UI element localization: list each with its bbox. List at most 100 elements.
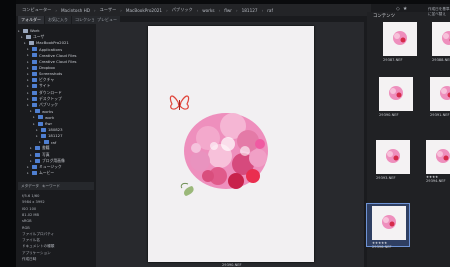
disclosure-triangle-icon[interactable]: ▸ — [27, 91, 30, 95]
folder-icon — [32, 71, 37, 76]
metadata-row: 5984 x 3992 — [22, 200, 45, 205]
disclosure-triangle-icon[interactable]: ▸ — [21, 35, 24, 39]
disclosure-triangle-icon[interactable]: ▸ — [36, 134, 39, 138]
breadcrumb-item[interactable]: コンピューター — [22, 7, 51, 13]
disclosure-triangle-icon[interactable]: ▸ — [27, 66, 30, 70]
breadcrumb-item[interactable]: flwr — [224, 8, 232, 13]
breadcrumb-separator: › — [93, 7, 96, 13]
folder-item[interactable]: ▸ ムービー — [27, 170, 54, 177]
folder-icon — [32, 164, 37, 169]
folder-icon — [32, 90, 37, 95]
disclosure-triangle-icon[interactable]: ▸ — [39, 140, 42, 144]
breadcrumb-item[interactable]: Macintosh HD — [61, 8, 90, 13]
flower-artwork — [169, 95, 268, 196]
breadcrumb-separator: › — [55, 7, 57, 13]
thumbnail-caption: 29393.NEF — [376, 176, 396, 180]
tab-folders[interactable]: フォルダー — [18, 16, 44, 24]
folder-icon — [38, 121, 43, 126]
folder-icon — [32, 47, 37, 52]
folder-icon — [41, 133, 46, 138]
disclosure-triangle-icon[interactable]: ▸ — [27, 84, 30, 88]
breadcrumb-separator: › — [218, 7, 221, 13]
folder-icon — [29, 40, 34, 45]
folder-icon — [32, 65, 37, 70]
breadcrumb-item[interactable]: MacBookPro2021 — [126, 8, 162, 13]
thumbnail-caption: 29394.NEF — [426, 179, 446, 183]
breadcrumb-item[interactable]: ユーザー — [100, 7, 117, 13]
disclosure-triangle-icon[interactable]: ▸ — [33, 115, 36, 119]
folder-icon — [32, 59, 37, 64]
thumbnail-image[interactable] — [383, 22, 417, 56]
tab-favorites[interactable]: お気に入り — [45, 16, 71, 24]
folder-icon — [41, 127, 46, 132]
thumbnail-caption: 29391.NEF — [430, 113, 450, 117]
preview-filename: 29390.NEF — [222, 263, 242, 267]
metadata-tabs: メタデータ キーワード — [18, 182, 94, 190]
metadata-row: ファイル名 — [22, 238, 40, 243]
disclosure-triangle-icon[interactable]: ▸ — [27, 103, 30, 107]
disclosure-triangle-icon[interactable]: ▸ — [27, 97, 30, 101]
disclosure-triangle-icon[interactable]: ▸ — [27, 60, 30, 64]
disclosure-triangle-icon[interactable]: ▸ — [30, 153, 33, 157]
preview-image[interactable] — [148, 26, 314, 262]
disclosure-triangle-icon[interactable]: ▸ — [27, 165, 30, 169]
metadata-panel: f/5.6 1/60 5984 x 3992 ISO 100 81.02 MB sRGB… — [22, 194, 96, 267]
metadata-row: f/5.6 1/60 — [22, 194, 40, 198]
sort-dropdown[interactable]: 作成日を基準に並べ替え — [428, 7, 450, 17]
thumbnail-image[interactable] — [432, 22, 450, 56]
metadata-row: ドキュメントの種類 — [22, 244, 55, 249]
sort-icon[interactable]: ◇ — [396, 6, 403, 12]
disclosure-triangle-icon[interactable]: ▸ — [30, 146, 33, 150]
folder-icon — [35, 109, 40, 114]
folder-icon — [38, 115, 43, 120]
tab-keywords[interactable]: キーワード — [42, 184, 60, 189]
butterfly-icon — [169, 95, 190, 110]
path-bar: コンピューター › Macintosh HD › ユーザー › MacBookPro2021… — [16, 4, 371, 16]
metadata-row: 81.02 MB — [22, 212, 39, 217]
metadata-row: 作成日時 — [22, 257, 37, 261]
disclosure-triangle-icon[interactable]: ▸ — [24, 41, 27, 45]
thumbnail-image[interactable] — [372, 206, 406, 240]
disclosure-triangle-icon[interactable]: ▸ — [30, 159, 33, 163]
disclosure-triangle-icon[interactable]: ▸ — [27, 47, 30, 51]
flower-cluster — [180, 113, 268, 196]
disclosure-triangle-icon[interactable]: ▸ — [18, 29, 21, 33]
breadcrumb-separator: › — [196, 7, 199, 13]
folder-icon — [26, 34, 31, 39]
breadcrumb-item[interactable]: raf — [267, 8, 273, 13]
metadata-row: sRGB — [22, 219, 32, 224]
folder-tree: ▸ Work ▸ ユーザ ▸ MacBookPro2021 ▸ Applications ▸ Cr… — [18, 27, 94, 187]
thumbnail-image[interactable] — [376, 140, 410, 174]
disclosure-triangle-icon[interactable]: ▸ — [33, 122, 36, 126]
breadcrumb-item[interactable]: works — [202, 8, 214, 13]
breadcrumb-separator: › — [261, 7, 264, 13]
breadcrumb-item[interactable]: 181127 — [242, 8, 258, 13]
folder-icon — [44, 140, 49, 145]
content-toolbar-icons[interactable]: ◇★ — [396, 6, 410, 12]
disclosure-triangle-icon[interactable]: ▸ — [27, 171, 30, 175]
folder-label: raf — [51, 139, 57, 145]
breadcrumb-item[interactable]: パブリック — [172, 7, 193, 13]
disclosure-triangle-icon[interactable]: ▸ — [27, 78, 30, 82]
thumbnail-image[interactable] — [379, 77, 413, 111]
thumbnail-image[interactable] — [430, 77, 450, 111]
folder-icon — [32, 102, 37, 107]
metadata-row: ファイルプロパティ — [22, 231, 55, 236]
thumbnail-caption: 29390.NEF — [379, 113, 399, 117]
breadcrumb-separator: › — [166, 7, 168, 13]
folder-icon — [32, 96, 37, 101]
star-filter-icon[interactable]: ★ — [403, 6, 410, 12]
thumbnail-caption: 29387.NEF — [383, 58, 403, 62]
disclosure-triangle-icon[interactable]: ▸ — [36, 128, 39, 132]
metadata-row: ISO 100 — [22, 206, 37, 211]
content-panel-title: コンテンツ — [373, 14, 395, 19]
folder-icon — [35, 158, 40, 163]
folder-icon — [35, 152, 40, 157]
disclosure-triangle-icon[interactable]: ▸ — [30, 109, 33, 113]
thumbnail-image[interactable] — [426, 140, 450, 174]
disclosure-triangle-icon[interactable]: ▸ — [27, 53, 30, 57]
screen: コンピューター › Macintosh HD › ユーザー › MacBookPro2021… — [0, 0, 450, 267]
disclosure-triangle-icon[interactable]: ▸ — [27, 72, 30, 76]
folder-icon — [32, 78, 37, 83]
tab-metadata[interactable]: メタデータ — [21, 184, 39, 189]
